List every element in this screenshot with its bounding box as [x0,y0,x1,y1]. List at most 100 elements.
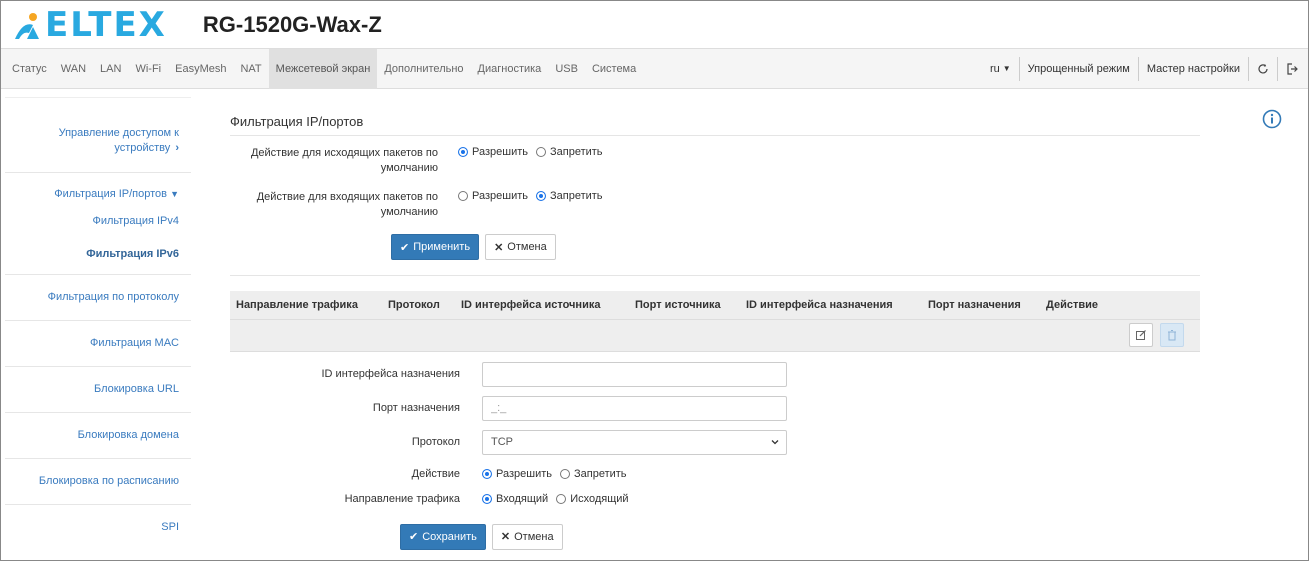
protocol-value: TCP [491,436,513,448]
sidebar-group-ip-filter: Фильтрация IP/портов ▼ Фильтрация IPv4 Ф… [5,173,191,275]
col-direction: Направление трафика [230,291,382,319]
radio-checked-icon [482,493,492,504]
nav-easymesh[interactable]: EasyMesh [168,49,233,89]
language-value: ru [989,62,1000,75]
edit-icon [1135,330,1146,340]
action-deny-radio[interactable]: Запретить [559,467,627,480]
sidebar-item-access-control[interactable]: Управление доступом к устройству › [5,98,191,173]
trash-icon [1168,330,1176,341]
protocol-select[interactable]: TCP [482,429,787,455]
refresh-button[interactable] [1248,56,1277,81]
logout-button[interactable] [1277,56,1308,81]
incoming-deny-radio[interactable]: Запретить [535,190,603,202]
dest-if-row: ID интерфейса назначения [230,361,1200,387]
direction-out-radio[interactable]: Исходящий [556,492,629,505]
nav-advanced[interactable]: Дополнительно [377,49,470,89]
protocol-label: Протокол [411,436,460,448]
incoming-default-label: Действие для входящих пакетов по умолчан… [256,191,438,218]
col-src-if: ID интерфейса источника [455,291,629,319]
sidebar-item-schedule-block[interactable]: Блокировка по расписанию [5,459,191,505]
dest-port-input[interactable] [482,395,787,421]
nav-lan[interactable]: LAN [93,49,128,89]
nav-nat[interactable]: NAT [233,49,268,89]
incoming-allow-radio[interactable]: Разрешить [458,190,528,202]
radio-checked-icon [458,147,468,157]
radio-label: Разрешить [472,190,528,202]
col-protocol: Протокол [382,291,455,319]
radio-label: Разрешить [496,467,552,480]
direction-in-radio[interactable]: Входящий [482,493,548,505]
check-icon: ✔ [409,531,419,543]
refresh-icon [1258,63,1268,73]
sidebar-item-ipv4-filter[interactable]: Фильтрация IPv4 [5,214,191,229]
action-radios: Разрешить Запретить [482,468,627,480]
eltex-logo[interactable]: ELTEX [13,5,167,45]
divider [230,275,1200,276]
col-action: Действие [1040,291,1200,319]
wizard-button[interactable]: Мастер настройки [1137,56,1248,81]
outgoing-default-row: Действие для исходящих пакетов по умолча… [230,146,1200,176]
cancel-button[interactable]: ✕ Отмена [485,234,556,260]
edit-button[interactable] [1128,323,1153,347]
table-row-cell [230,318,1200,352]
nav-usb[interactable]: USB [548,49,585,89]
header: ELTEX RG-1520G-Wax-Z [1,1,1308,49]
sidebar-item-ipv6-filter[interactable]: Фильтрация IPv6 [5,247,191,262]
dest-if-input[interactable] [482,361,787,387]
outgoing-default-label: Действие для исходящих пакетов по умолча… [250,147,438,174]
radio-unchecked-icon [535,147,546,157]
sidebar-item-domain-block[interactable]: Блокировка домена [5,413,191,459]
chevron-down-icon [770,437,780,450]
radio-label: Разрешить [472,146,528,158]
radio-label: Входящий [496,492,549,505]
check-icon: ✔ [400,241,410,254]
caret-down-icon: ▼ [1002,63,1011,73]
apply-button[interactable]: ✔ Применить [391,234,480,260]
nav-wan[interactable]: WAN [54,49,93,89]
action-row: Действие Разрешить Запретить [230,468,1200,480]
nav-system[interactable]: Система [585,49,643,89]
col-dst-if: ID интерфейса назначения [740,291,922,319]
close-icon: ✕ [494,241,504,254]
sidebar-item-mac-filter[interactable]: Фильтрация MAC [5,321,191,367]
direction-label: Направление трафика [344,492,460,505]
top-nav: Статус WAN LAN Wi-Fi EasyMesh NAT Межсет… [1,48,1308,89]
sidebar-item-url-block[interactable]: Блокировка URL [5,367,191,413]
outgoing-deny-radio[interactable]: Запретить [535,146,603,158]
nav-wifi[interactable]: Wi-Fi [128,49,168,89]
radio-label: Исходящий [570,492,629,505]
rules-table: Направление трафика Протокол ID интерфей… [230,291,1200,352]
save-buttons: ✔ Сохранить ✕ Отмена [400,523,1200,550]
brand-name: ELTEX [45,4,167,45]
nav-firewall[interactable]: Межсетевой экран [268,48,378,89]
incoming-default-radios: Разрешить Запретить [458,190,603,202]
sidebar-item-ip-port-filter[interactable]: Фильтрация IP/портов ▼ [5,173,191,202]
sidebar-item-spi[interactable]: SPI [5,505,191,545]
dest-if-label: ID интерфейса назначения [321,368,461,380]
nav-diagnostics[interactable]: Диагностика [471,49,549,89]
delete-button[interactable] [1160,323,1184,347]
incoming-default-row: Действие для входящих пакетов по умолчан… [230,190,1200,220]
radio-label: Запретить [573,467,627,480]
dest-port-row: Порт назначения [230,395,1200,421]
chevron-down-icon: ▼ [170,189,179,199]
dest-port-label: Порт назначения [372,402,460,414]
sidebar-item-label: Управление доступом к устройству [58,127,179,154]
nav-status[interactable]: Статус [5,49,54,89]
outgoing-default-radios: Разрешить Запретить [458,146,603,158]
outgoing-allow-radio[interactable]: Разрешить [458,146,528,158]
sidebar-item-label: Фильтрация IP/портов [54,188,168,200]
device-model: RG-1520G-Wax-Z [202,11,382,37]
sidebar: Управление доступом к устройству › Фильт… [5,97,191,545]
apply-label: Применить [413,241,471,253]
info-icon[interactable] [1262,109,1282,132]
language-selector[interactable]: ru ▼ [982,57,1019,81]
form-cancel-button[interactable]: ✕ Отмена [491,523,563,550]
radio-unchecked-icon [559,468,570,479]
sidebar-item-protocol-filter[interactable]: Фильтрация по протоколу [5,275,191,321]
col-dst-port: Порт назначения [922,291,1040,319]
apply-buttons: ✔ Применить ✕ Отмена [391,234,1200,260]
simple-mode-button[interactable]: Упрощенный режим [1018,56,1138,81]
save-button[interactable]: ✔ Сохранить [400,523,486,550]
action-allow-radio[interactable]: Разрешить [482,468,552,480]
